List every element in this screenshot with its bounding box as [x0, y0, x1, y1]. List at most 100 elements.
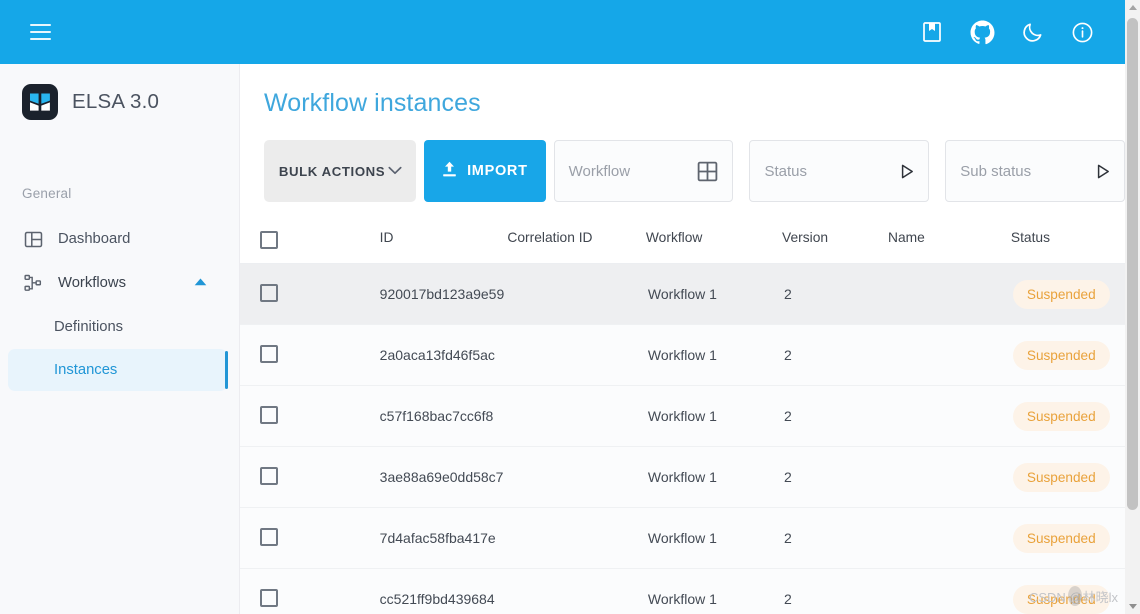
dashboard-icon [22, 228, 44, 250]
cell-id[interactable]: 2a0aca13fd46f5ac [315, 325, 508, 386]
row-checkbox[interactable] [260, 589, 278, 607]
main-content: Workflow instances BULK ACTIONS IMPORT [240, 64, 1125, 614]
sidebar-subitem-label: Definitions [54, 319, 123, 335]
cell-id[interactable]: c57f168bac7cc6f8 [315, 386, 508, 447]
bulk-actions-label: BULK ACTIONS [279, 161, 385, 182]
chevron-up-icon[interactable] [194, 278, 207, 289]
cell-status: Suspended [1011, 386, 1125, 447]
sidebar-item-dashboard[interactable]: Dashboard [0, 217, 239, 261]
grid-icon[interactable] [697, 161, 718, 182]
cell-correlation-id [507, 325, 646, 386]
sidebar-subitem-label: Instances [54, 362, 117, 378]
column-header-name[interactable]: Name [888, 220, 1011, 264]
row-checkbox[interactable] [260, 406, 278, 424]
column-header-workflow[interactable]: Workflow [646, 220, 782, 264]
vertical-scrollbar[interactable] [1125, 0, 1140, 614]
import-label: IMPORT [467, 163, 528, 179]
status-filter-placeholder: Status [764, 163, 807, 180]
row-select-cell [240, 569, 315, 614]
sub-status-filter[interactable]: Sub status [945, 140, 1125, 202]
cell-id[interactable]: 3ae88a69e0dd58c7 [315, 447, 508, 508]
cell-correlation-id [507, 447, 646, 508]
cell-status: Suspended [1011, 569, 1125, 614]
triangle-right-icon[interactable] [901, 164, 914, 179]
cell-version: 2 [782, 325, 888, 386]
cell-workflow[interactable]: Workflow 1 [646, 325, 782, 386]
sidebar-nav: Dashboard Workflows Definitions [0, 217, 239, 391]
cell-correlation-id [507, 386, 646, 447]
sidebar-item-workflows[interactable]: Workflows [0, 261, 239, 305]
workflow-filter-input[interactable]: Workflow [554, 140, 734, 202]
hamburger-menu-icon[interactable] [16, 8, 64, 56]
cell-status: Suspended [1011, 447, 1125, 508]
chevron-down-icon [388, 162, 402, 180]
scrollbar-thumb[interactable] [1127, 18, 1138, 510]
brand[interactable]: ELSA 3.0 [0, 64, 239, 126]
scroll-down-arrow-icon[interactable] [1125, 599, 1140, 614]
header-actions [919, 19, 1095, 45]
table-row[interactable]: 2a0aca13fd46f5acWorkflow 12Suspended0 [240, 325, 1125, 386]
app-root: ELSA 3.0 General Dashboard [0, 0, 1140, 614]
status-badge: Suspended [1013, 341, 1110, 370]
row-checkbox[interactable] [260, 284, 278, 302]
info-icon[interactable] [1069, 19, 1095, 45]
cell-id[interactable]: 920017bd123a9e59 [315, 264, 508, 325]
row-checkbox[interactable] [260, 528, 278, 546]
cell-id[interactable]: 7d4afac58fba417e [315, 508, 508, 569]
table-row[interactable]: 3ae88a69e0dd58c7Workflow 12Suspended0 [240, 447, 1125, 508]
sidebar-item-label: Workflows [58, 275, 126, 291]
table-body: 920017bd123a9e59Workflow 12Suspended02a0… [240, 264, 1125, 614]
scroll-up-arrow-icon[interactable] [1125, 0, 1140, 15]
row-select-cell [240, 386, 315, 447]
workflows-icon [22, 272, 44, 294]
page-title: Workflow instances [240, 64, 1125, 118]
column-header-status[interactable]: Status [1011, 220, 1125, 264]
row-select-cell [240, 447, 315, 508]
cell-version: 2 [782, 264, 888, 325]
upload-icon [442, 161, 457, 182]
status-badge: Suspended [1013, 524, 1110, 553]
table-row[interactable]: c57f168bac7cc6f8Workflow 12Suspended0 [240, 386, 1125, 447]
sub-status-filter-placeholder: Sub status [960, 163, 1031, 180]
select-all-header [240, 220, 315, 264]
cell-workflow[interactable]: Workflow 1 [646, 569, 782, 614]
cell-workflow[interactable]: Workflow 1 [646, 386, 782, 447]
cell-version: 2 [782, 386, 888, 447]
column-header-id[interactable]: ID [315, 220, 508, 264]
sidebar-section-label: General [0, 126, 239, 201]
cell-status: Suspended [1011, 325, 1125, 386]
bulk-actions-button[interactable]: BULK ACTIONS [264, 140, 416, 202]
row-checkbox[interactable] [260, 467, 278, 485]
status-badge: Suspended [1013, 463, 1110, 492]
row-select-cell [240, 264, 315, 325]
sidebar-item-definitions[interactable]: Definitions [0, 305, 239, 349]
column-header-version[interactable]: Version [782, 220, 888, 264]
row-checkbox[interactable] [260, 345, 278, 363]
cell-correlation-id [507, 264, 646, 325]
table-row[interactable]: 7d4afac58fba417eWorkflow 12Suspended0 [240, 508, 1125, 569]
cell-version: 2 [782, 447, 888, 508]
cell-workflow[interactable]: Workflow 1 [646, 264, 782, 325]
sidebar-item-label: Dashboard [58, 231, 130, 247]
cell-id[interactable]: cc521ff9bd439684 [315, 569, 508, 614]
import-button[interactable]: IMPORT [424, 140, 546, 202]
book-icon[interactable] [919, 19, 945, 45]
cell-status: Suspended [1011, 508, 1125, 569]
cell-workflow[interactable]: Workflow 1 [646, 447, 782, 508]
cell-workflow[interactable]: Workflow 1 [646, 508, 782, 569]
sidebar-item-instances[interactable]: Instances [8, 349, 227, 391]
table-row[interactable]: cc521ff9bd439684Workflow 12Suspended0 [240, 569, 1125, 614]
moon-icon[interactable] [1019, 19, 1045, 45]
status-filter[interactable]: Status [749, 140, 929, 202]
cell-name [888, 325, 1011, 386]
status-badge: Suspended [1013, 402, 1110, 431]
table-header-row: ID Correlation ID Workflow Version Name … [240, 220, 1125, 264]
status-badge: Suspended [1013, 585, 1110, 614]
select-all-checkbox[interactable] [260, 231, 278, 249]
sidebar: ELSA 3.0 General Dashboard [0, 64, 240, 614]
triangle-right-icon[interactable] [1097, 164, 1110, 179]
table-row[interactable]: 920017bd123a9e59Workflow 12Suspended0 [240, 264, 1125, 325]
table-head: ID Correlation ID Workflow Version Name … [240, 220, 1125, 264]
column-header-correlation-id[interactable]: Correlation ID [507, 220, 646, 264]
github-icon[interactable] [969, 19, 995, 45]
